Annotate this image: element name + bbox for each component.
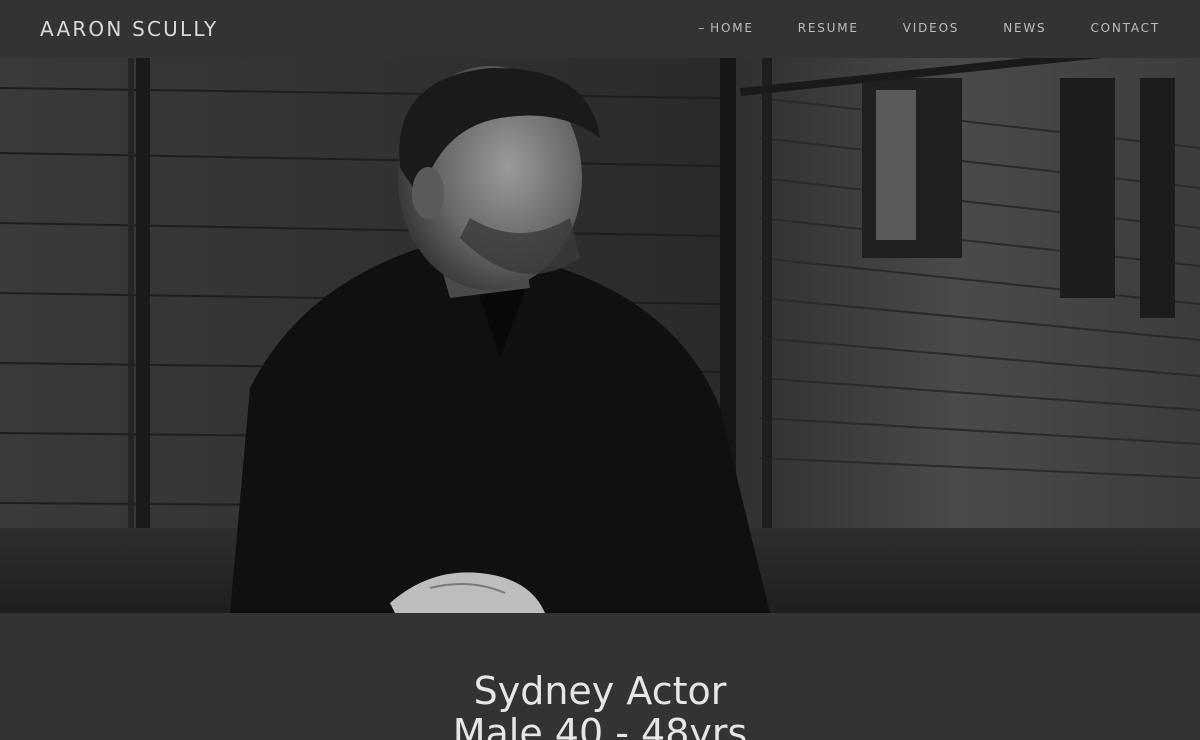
nav-item-contact[interactable]: CONTACT xyxy=(1090,21,1160,35)
active-marker: – xyxy=(698,21,707,35)
hero-image xyxy=(0,58,1200,613)
site-header: AARON SCULLY – HOME RESUME VIDEOS NEWS CO… xyxy=(0,0,1200,58)
nav-item-videos[interactable]: VIDEOS xyxy=(903,21,959,35)
nav-item-news[interactable]: NEWS xyxy=(1003,21,1046,35)
nav-label-videos: VIDEOS xyxy=(902,21,960,35)
nav-label-resume: RESUME xyxy=(797,21,859,35)
site-title[interactable]: AARON SCULLY xyxy=(40,17,218,41)
nav-item-home[interactable]: – HOME xyxy=(698,21,753,35)
nav-label-home: HOME xyxy=(710,21,754,35)
caption-title: Sydney Actor xyxy=(473,669,727,713)
nav-label-news: NEWS xyxy=(1003,21,1047,35)
nav-item-resume[interactable]: RESUME xyxy=(798,21,859,35)
hero-caption: Sydney Actor Male 40 - 48yrs xyxy=(0,613,1200,740)
caption-subtitle: Male 40 - 48yrs xyxy=(452,711,748,740)
main-nav: – HOME RESUME VIDEOS NEWS CONTACT xyxy=(654,21,1160,35)
hero-portrait-illustration xyxy=(0,58,1200,613)
nav-label-contact: CONTACT xyxy=(1090,21,1160,35)
